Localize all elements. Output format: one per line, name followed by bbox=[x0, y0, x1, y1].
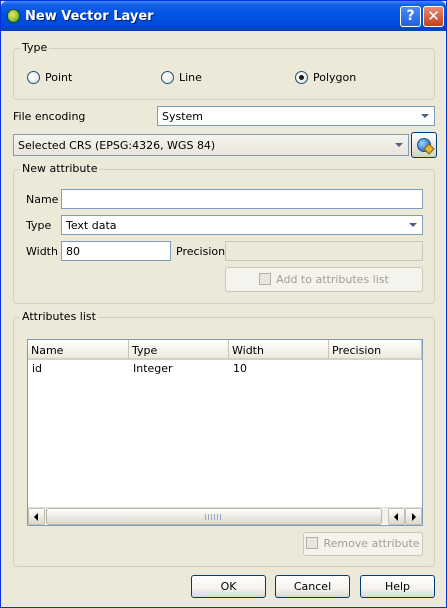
polygon-radio[interactable] bbox=[295, 71, 308, 84]
polygon-label: Polygon bbox=[313, 71, 357, 84]
table-row[interactable]: id Integer 10 bbox=[28, 361, 422, 377]
file-encoding-label: File encoding bbox=[13, 110, 86, 123]
remove-attribute-label: Remove attribute bbox=[323, 537, 420, 550]
type-legend: Type bbox=[20, 41, 50, 54]
column-header-name[interactable]: Name bbox=[28, 340, 129, 360]
remove-attribute-button[interactable]: Remove attribute bbox=[303, 532, 423, 556]
line-label: Line bbox=[179, 71, 202, 84]
qgis-logo-icon bbox=[7, 9, 20, 23]
cell-name: id bbox=[32, 362, 43, 375]
precision-label: Precision bbox=[176, 245, 226, 258]
precision-input[interactable] bbox=[225, 241, 423, 261]
title-bar[interactable]: New Vector Layer ? ✕ bbox=[1, 1, 446, 31]
width-label: Width bbox=[26, 245, 58, 258]
column-header-width[interactable]: Width bbox=[229, 340, 329, 360]
file-encoding-value: System bbox=[162, 110, 204, 123]
attributes-table[interactable]: Name Type Width Precision id Integer 10 bbox=[27, 339, 423, 526]
scroll-left-icon[interactable] bbox=[28, 508, 45, 525]
add-attribute-icon bbox=[259, 273, 272, 285]
chevron-down-icon[interactable] bbox=[417, 108, 433, 124]
cell-width: 10 bbox=[233, 362, 247, 375]
new-attribute-legend: New attribute bbox=[20, 162, 100, 175]
cell-type: Integer bbox=[133, 362, 173, 375]
point-label: Point bbox=[45, 71, 73, 84]
select-crs-button[interactable] bbox=[411, 132, 437, 158]
name-label: Name bbox=[26, 193, 59, 206]
chevron-down-icon[interactable] bbox=[391, 137, 407, 153]
type-label: Type bbox=[26, 219, 52, 232]
name-input[interactable] bbox=[61, 189, 423, 209]
file-encoding-select[interactable]: System bbox=[157, 106, 435, 126]
help-icon[interactable]: ? bbox=[400, 6, 421, 27]
width-input[interactable]: 80 bbox=[61, 241, 171, 261]
attribute-type-value: Text data bbox=[66, 219, 117, 232]
scroll-right-icon[interactable] bbox=[405, 508, 422, 525]
attributes-list-legend: Attributes list bbox=[20, 310, 98, 323]
column-header-type[interactable]: Type bbox=[129, 340, 229, 360]
scroll-left-icon[interactable] bbox=[388, 508, 405, 525]
window-title: New Vector Layer bbox=[25, 9, 154, 24]
attribute-type-select[interactable]: Text data bbox=[61, 215, 423, 235]
point-radio[interactable] bbox=[27, 71, 40, 84]
horizontal-scrollbar[interactable] bbox=[28, 507, 422, 525]
line-radio[interactable] bbox=[161, 71, 174, 84]
type-groupbox: Type bbox=[13, 41, 435, 100]
ok-button[interactable]: OK bbox=[191, 575, 266, 598]
column-header-precision[interactable]: Precision bbox=[329, 340, 422, 360]
close-icon[interactable]: ✕ bbox=[423, 6, 444, 27]
cancel-button[interactable]: Cancel bbox=[275, 575, 350, 598]
crs-value: Selected CRS (EPSG:4326, WGS 84) bbox=[18, 139, 216, 152]
add-to-attributes-button[interactable]: Add to attributes list bbox=[225, 267, 423, 292]
chevron-down-icon[interactable] bbox=[405, 217, 421, 233]
crs-select[interactable]: Selected CRS (EPSG:4326, WGS 84) bbox=[13, 134, 409, 156]
remove-attribute-icon bbox=[306, 537, 319, 549]
scrollbar-thumb[interactable] bbox=[46, 508, 382, 525]
add-to-attributes-label: Add to attributes list bbox=[276, 273, 389, 286]
help-button[interactable]: Help bbox=[360, 575, 435, 598]
new-vector-layer-dialog: New Vector Layer ? ✕ Type Point Line Pol… bbox=[0, 0, 447, 608]
